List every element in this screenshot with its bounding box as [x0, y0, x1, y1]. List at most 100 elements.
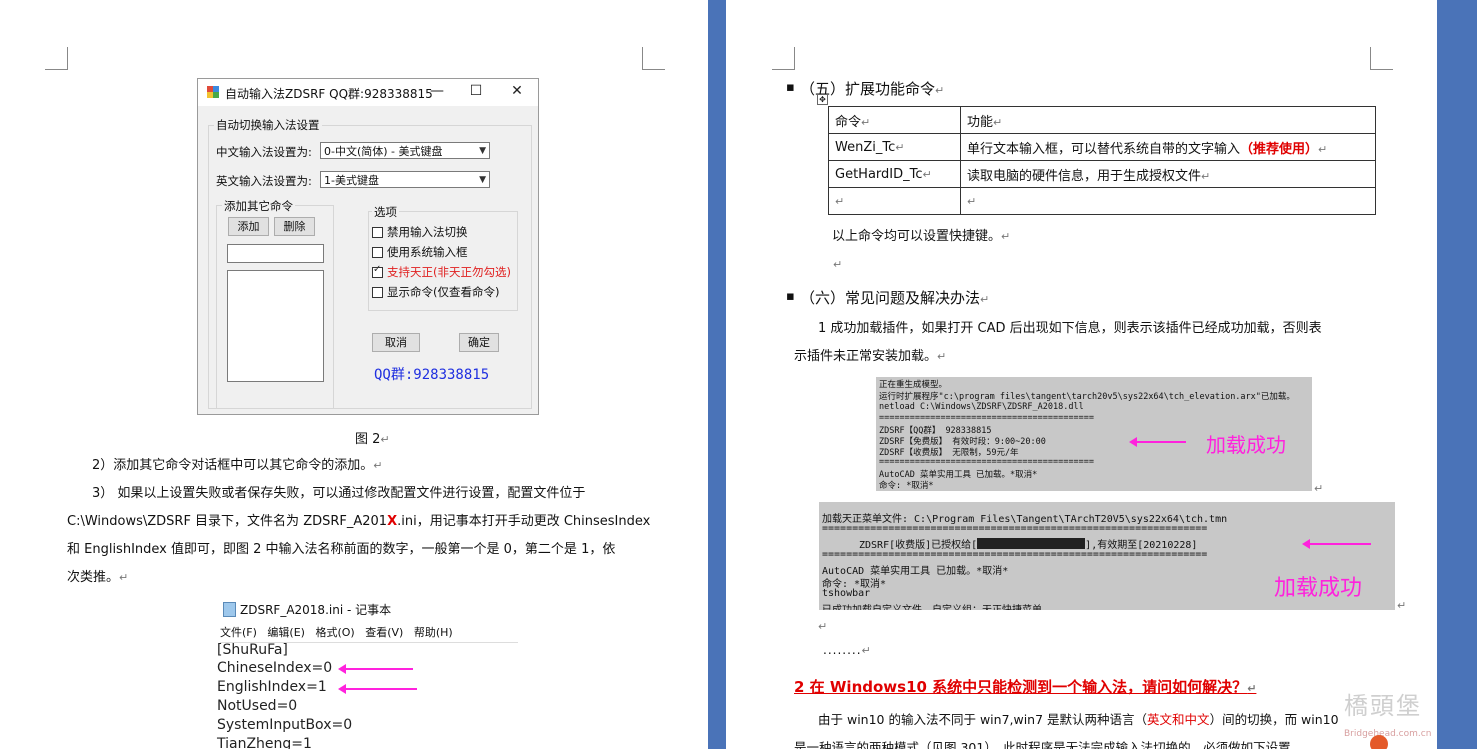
dialog-titlebar: 自动输入法ZDSRF QQ群:928338815 — ☐ ✕	[198, 79, 538, 106]
question-text: 2 在 Windows10 系统中只能检测到一个输入法，请问如何解决？	[794, 678, 1248, 696]
cad-line: 正在重生成模型。	[879, 380, 948, 390]
cell-text: 功能	[967, 114, 994, 130]
load-success-label: 加载成功	[1206, 435, 1286, 457]
qq-group-label: QQ群:928338815	[374, 367, 490, 383]
table-note-text: 以上命令均可以设置快捷键。	[832, 229, 1002, 244]
cad-line: 已成功加载自定义文件。自定义组：天正快捷菜单	[822, 601, 1042, 610]
notepad-icon	[223, 602, 236, 617]
return-mark-icon: ↵	[937, 350, 947, 363]
cancel-button[interactable]: 取消	[372, 333, 420, 352]
cad-line: netload C:\Windows\ZDSRF\ZDSRF_A2018.dll	[879, 402, 1084, 412]
return-mark-icon: ↵	[895, 140, 905, 154]
cell-text: WenZi_Tc	[835, 139, 896, 155]
command-list[interactable]	[227, 270, 324, 382]
para-2-line1: 由于 win10 的输入法不同于 win7,win7 是默认两种语言（英文和中文…	[818, 706, 1339, 734]
table-note: 以上命令均可以设置快捷键。↵	[832, 223, 1010, 251]
group-add-label: 添加其它命令	[222, 198, 295, 214]
return-mark-icon: ↵	[119, 571, 129, 584]
settings-dialog: 自动输入法ZDSRF QQ群:928338815 — ☐ ✕ 自动切换输入法设置…	[197, 78, 539, 415]
para-1-line1: 1 成功加载插件，如果打开 CAD 后出现如下信息，则表示该插件已经成功加载，否…	[818, 321, 1322, 336]
zh-input-select[interactable]: 0-中文(简体) - 美式键盘 ▼	[320, 142, 490, 159]
p2-text-red: 英文和中文	[1147, 712, 1210, 727]
return-mark-icon: ↵	[993, 115, 1003, 129]
table-cell: 命令↵	[828, 106, 961, 134]
ellipsis-dots: ........↵	[823, 643, 872, 657]
table-cell: GetHardID_Tc↵	[828, 160, 961, 188]
left-page: 自动输入法ZDSRF QQ群:928338815 — ☐ ✕ 自动切换输入法设置…	[0, 0, 708, 749]
crop-mark	[1370, 47, 1393, 70]
menu-format[interactable]: 格式(O)	[315, 626, 354, 639]
arrow-left-icon	[1129, 437, 1186, 447]
table-cell: ↵	[960, 187, 1376, 215]
ok-button[interactable]: 确定	[459, 333, 499, 352]
cell-text: GetHardID_Tc	[835, 166, 923, 182]
opt-disable-switch[interactable]: 禁用输入法切换	[372, 224, 468, 240]
delete-button[interactable]: 删除	[274, 217, 315, 236]
return-mark-icon: ↵	[835, 194, 845, 208]
zh-label: 中文输入法设置为:	[216, 145, 312, 159]
menu-file[interactable]: 文件(F)	[220, 626, 257, 639]
ini-line: SystemInputBox=0	[217, 717, 353, 733]
command-input[interactable]	[227, 244, 324, 263]
table-cell: 读取电脑的硬件信息，用于生成授权文件↵	[960, 160, 1376, 188]
en-input-select[interactable]: 1-美式键盘 ▼	[320, 171, 490, 188]
notepad-screenshot: ZDSRF_A2018.ini - 记事本 文件(F) 编辑(E) 格式(O) …	[217, 599, 522, 749]
load-success-label: 加载成功	[1274, 575, 1363, 600]
ini-line: [ShuRuFa]	[217, 642, 288, 658]
return-mark-icon: ↵	[861, 644, 872, 657]
en-value: 1-美式键盘	[324, 174, 379, 187]
opt2-label: 使用系统输入框	[387, 245, 468, 259]
bullet-icon: ▪	[786, 80, 795, 95]
cad-line: ========================================…	[879, 413, 1094, 423]
return-mark-icon: ↵	[1397, 599, 1407, 612]
return-mark-icon: ↵	[922, 167, 932, 181]
menu-view[interactable]: 查看(V)	[365, 626, 403, 639]
chevron-down-icon: ▼	[479, 146, 486, 156]
return-mark-icon: ↵	[980, 293, 990, 306]
return-mark-icon: ↵	[861, 115, 871, 129]
para-2: 2）添加其它命令对话框中可以其它命令的添加。↵	[92, 452, 383, 480]
cad-line: ========================================…	[879, 457, 1094, 467]
arrow-left-icon	[338, 684, 417, 694]
menu-help[interactable]: 帮助(H)	[414, 626, 453, 639]
return-mark-icon: ↵	[1314, 482, 1324, 495]
ini-line: EnglishIndex=1	[217, 679, 327, 695]
right-page: ▪ （五）扩展功能命令↵ ✥ 命令↵ 功能↵ WenZi_Tc↵ 单行文本输入框…	[726, 0, 1437, 749]
para-3-x: X	[387, 514, 398, 529]
zh-value: 0-中文(简体) - 美式键盘	[324, 145, 443, 158]
table-row: ↵ ↵	[828, 187, 1376, 215]
p2-text-a: 由于 win10 的输入法不同于 win7,win7 是默认两种语言（	[818, 712, 1148, 727]
add-button[interactable]: 添加	[228, 217, 269, 236]
crop-mark	[45, 47, 68, 70]
watermark-logo: 橋頭堡	[1344, 692, 1422, 720]
opt-system-input[interactable]: 使用系统输入框	[372, 244, 468, 260]
cell-text: 命令	[835, 114, 862, 130]
opt-show-commands[interactable]: 显示命令(仅查看命令)	[372, 284, 499, 300]
crop-mark	[642, 47, 665, 70]
return-mark-icon: ↵	[1318, 142, 1328, 156]
opt4-label: 显示命令(仅查看命令)	[387, 285, 500, 299]
table-cell: ↵	[828, 187, 961, 215]
close-icon[interactable]: ✕	[507, 83, 527, 99]
cad-output-1: 正在重生成模型。 运行时扩展程序"c:\program files\tangen…	[876, 377, 1312, 491]
menu-edit[interactable]: 编辑(E)	[267, 626, 305, 639]
notepad-menubar: 文件(F) 编辑(E) 格式(O) 查看(V) 帮助(H)	[220, 624, 518, 643]
para-3-line4: 次类推。↵	[67, 564, 128, 592]
section-6-heading: （六）常见问题及解决办法↵	[800, 287, 989, 308]
cad-output-2: 加载天正菜单文件: C:\Program Files\Tangent\TArch…	[819, 502, 1395, 610]
maximize-icon[interactable]: ☐	[466, 83, 486, 99]
minimize-icon[interactable]: —	[427, 83, 447, 99]
opt-tianzheng[interactable]: 支持天正(非天正勿勾选)	[372, 264, 511, 280]
para-3-line2: C:\Windows\ZDSRF 目录下，文件名为 ZDSRF_A201X.in…	[67, 508, 650, 536]
return-mark-icon: ↵	[935, 84, 945, 97]
ini-line: ChineseIndex=0	[217, 660, 333, 676]
sec6-text: （六）常见问题及解决办法	[800, 289, 981, 307]
redacted-block	[977, 538, 1086, 549]
return-mark-icon: ↵	[1001, 230, 1011, 243]
table-move-handle-icon[interactable]: ✥	[817, 94, 828, 105]
cell-text: 读取电脑的硬件信息，用于生成授权文件	[967, 168, 1202, 184]
en-label: 英文输入法设置为:	[216, 174, 312, 188]
dots-text: ........	[823, 643, 862, 657]
para-3-line3: 和 EnglishIndex 值即可，即图 2 中输入法名称前面的数字，一般第一…	[67, 542, 616, 557]
para-2-text: 2）添加其它命令对话框中可以其它命令的添加。	[92, 458, 374, 473]
